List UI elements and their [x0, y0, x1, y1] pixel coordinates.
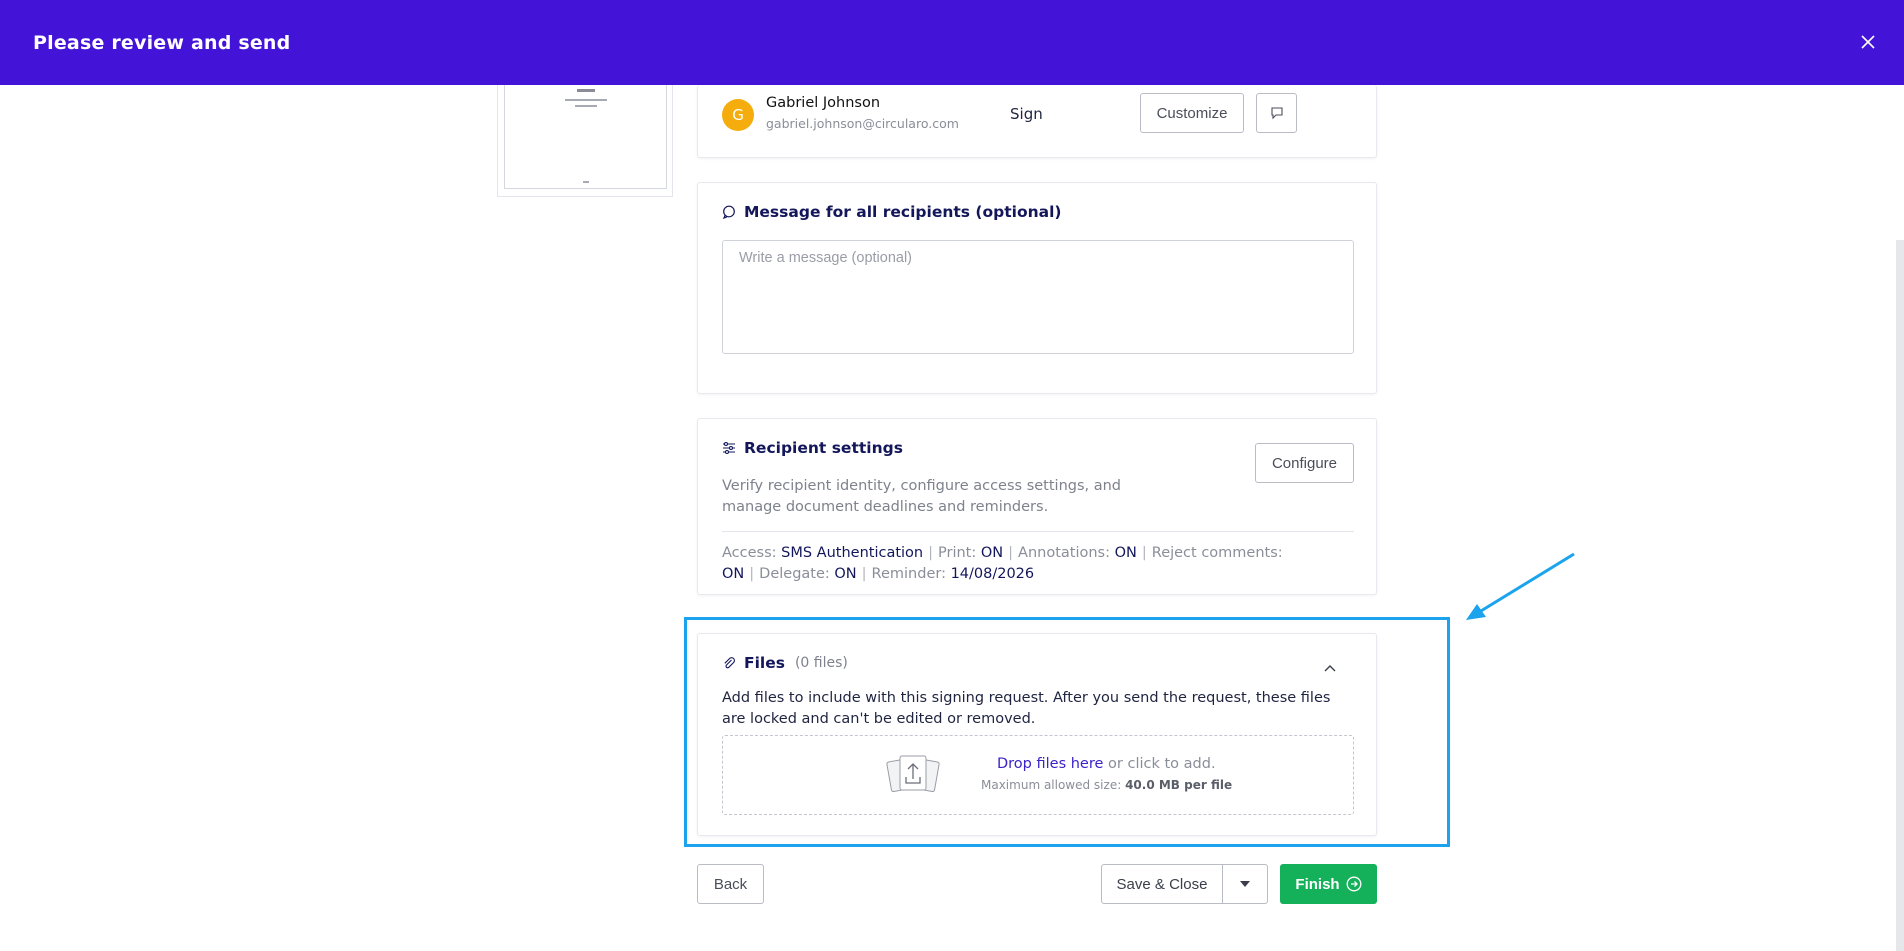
annotations-label: Annotations: [1018, 545, 1110, 561]
save-close-group: Save & Close [1101, 864, 1268, 904]
settings-title-text: Recipient settings [744, 439, 903, 457]
settings-title: Recipient settings [722, 439, 903, 457]
access-value: SMS Authentication [781, 545, 924, 561]
reminder-value: 14/08/2026 [950, 566, 1035, 582]
max-size-text: Maximum allowed size: 40.0 MB per file [981, 778, 1232, 792]
file-dropzone[interactable]: Drop files here or click to add. Maximum… [722, 735, 1354, 815]
finish-label: Finish [1295, 875, 1340, 893]
message-card: Message for all recipients (optional) Wr… [697, 182, 1377, 394]
reject-comments-value: ON [722, 566, 745, 582]
sliders-icon [723, 441, 735, 455]
caret-down-icon [1240, 881, 1250, 887]
avatar: G [722, 99, 754, 131]
close-icon [1861, 35, 1875, 49]
delegate-label: Delegate: [759, 566, 830, 582]
configure-button[interactable]: Configure [1255, 443, 1354, 483]
finish-button[interactable]: Finish [1280, 864, 1377, 904]
files-card: Files (0 files) Add files to include wit… [697, 633, 1377, 836]
arrow-annotation-icon [1466, 552, 1575, 620]
save-options-dropdown[interactable] [1223, 865, 1267, 903]
close-button[interactable] [1854, 28, 1882, 56]
comment-button[interactable] [1256, 93, 1297, 133]
dropzone-rest-text: or click to add. [1103, 756, 1216, 772]
paperclip-icon [724, 657, 735, 669]
recipient-settings-card: Recipient settings Verify recipient iden… [697, 418, 1377, 595]
access-label: Access: [722, 545, 777, 561]
max-size-value: 40.0 MB per file [1125, 778, 1233, 792]
page-title: Please review and send [33, 31, 291, 54]
collapse-toggle[interactable] [1320, 658, 1340, 678]
chat-bubble-icon [722, 205, 735, 219]
message-title: Message for all recipients (optional) [722, 203, 1062, 221]
comment-icon [1270, 107, 1283, 120]
recipient-name: Gabriel Johnson [766, 95, 881, 111]
files-title-text: Files [744, 654, 785, 672]
upload-icon [886, 755, 940, 793]
save-close-button[interactable]: Save & Close [1102, 865, 1223, 903]
message-input[interactable]: Write a message (optional) [722, 240, 1354, 354]
chevron-up-icon [1324, 665, 1336, 672]
delegate-value: ON [834, 566, 857, 582]
document-page-preview [504, 85, 667, 189]
recipient-role: Sign [1010, 105, 1043, 123]
settings-description: Verify recipient identity, configure acc… [722, 478, 1122, 515]
content-area: G Gabriel Johnson gabriel.johnson@circul… [0, 85, 1904, 951]
print-label: Print: [938, 545, 977, 561]
annotations-value: ON [1114, 545, 1137, 561]
recipient-card: G Gabriel Johnson gabriel.johnson@circul… [697, 85, 1377, 158]
files-count: (0 files) [794, 655, 848, 671]
scrollbar[interactable] [1896, 240, 1904, 951]
arrow-right-circle-icon [1346, 876, 1362, 892]
reject-comments-label: Reject comments: [1151, 545, 1283, 561]
header-bar: Please review and send [0, 0, 1904, 85]
max-size-label: Maximum allowed size: [981, 778, 1126, 792]
divider [722, 531, 1354, 532]
back-button[interactable]: Back [697, 864, 764, 904]
reminder-label: Reminder: [871, 566, 946, 582]
customize-button[interactable]: Customize [1140, 93, 1244, 133]
drop-files-link[interactable]: Drop files here [997, 756, 1103, 772]
recipient-email: gabriel.johnson@circularo.com [766, 116, 959, 131]
document-thumbnail[interactable] [497, 85, 673, 197]
files-description: Add files to include with this signing r… [722, 690, 1331, 727]
dropzone-text: Drop files here or click to add. [997, 756, 1216, 772]
settings-summary: Access: SMS Authentication | Print: ON | Ann… [722, 545, 1283, 582]
message-title-text: Message for all recipients (optional) [744, 203, 1062, 221]
files-title: Files (0 files) [722, 654, 848, 672]
print-value: ON [980, 545, 1004, 561]
